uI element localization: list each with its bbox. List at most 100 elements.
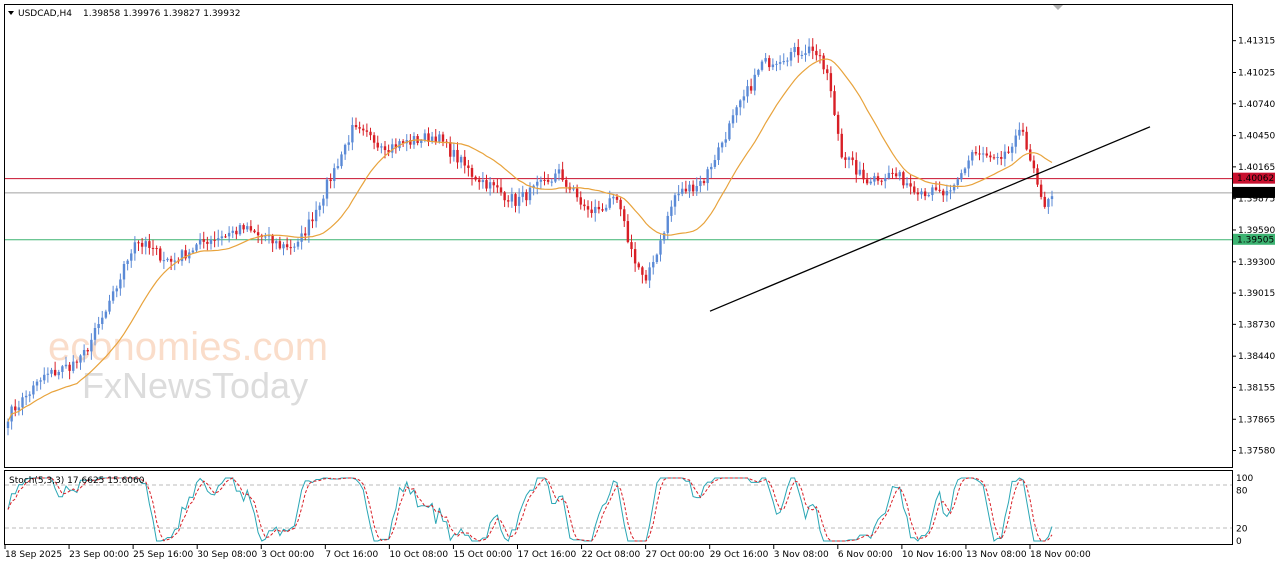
candle [952,183,956,194]
candle [387,144,390,157]
last-price-label: 1.39932 [1237,188,1274,198]
price-tick-label: 1.39300 [1238,258,1275,268]
candle [456,142,459,169]
candle [688,180,691,198]
candle [173,252,176,271]
candle [351,117,354,151]
candle [923,188,927,201]
price-tick-label: 1.40165 [1238,163,1275,173]
candle [43,367,46,385]
candle [829,66,833,98]
candle [847,156,851,169]
watermark: economies.com FxNewsToday [48,325,328,406]
candle [684,180,688,194]
candle [597,200,601,214]
candle [652,255,655,275]
candle [162,251,166,269]
candle [340,151,343,169]
candle [427,127,430,147]
candle [369,127,372,141]
candle [681,182,684,197]
time-axis[interactable]: 18 Sep 2025 23 Sep 00:00 25 Sep 16:00 30 Se… [4,545,1091,560]
candle [771,58,775,71]
candle [1039,179,1043,200]
candle [169,255,173,271]
candle [525,189,528,207]
candle [757,68,760,77]
candle [318,202,321,217]
candle [985,147,988,158]
candle [855,152,858,183]
trendline[interactable] [709,126,1151,312]
candle [391,138,394,159]
candle [735,105,738,123]
time-tick-label: 15 Oct 00:00 [453,550,512,560]
candle [1021,122,1025,136]
candle [815,44,818,61]
price-tick-label: 1.38440 [1238,352,1275,362]
candle [909,174,912,195]
candle [637,261,640,270]
watermark-economies: economies.com [48,325,328,369]
resistance-price-label: 1.40062 [1237,174,1274,184]
candle [304,227,307,241]
candle [155,245,158,256]
candle [246,222,249,233]
candle [61,365,64,379]
candle [1032,155,1036,174]
candle [858,161,862,177]
candle [742,89,746,109]
candle [307,211,311,243]
candle [974,146,978,156]
candle [804,44,807,62]
chart-canvas[interactable]: economies.com FxNewsToday USDCAD,H4 1.39… [0,0,1280,567]
candle [641,265,644,284]
candle [470,164,474,186]
candle [238,223,242,236]
candle [963,167,967,176]
candle [731,109,735,128]
price-tick-label: 1.40450 [1238,132,1275,142]
candle [876,172,880,185]
price-tick-label: 1.41315 [1238,37,1275,47]
candle [916,187,920,201]
candle [633,242,637,272]
candle [945,184,949,202]
time-tick-label: 18 Sep 2025 [5,550,62,560]
candle [775,60,778,72]
candle [459,154,463,169]
candle [1010,142,1014,162]
watermark-fxnewstoday: FxNewsToday [82,365,308,406]
candle [938,181,941,193]
chart-header: USDCAD,H4 1.39858 1.39976 1.39827 1.3993… [8,9,240,19]
candle [786,57,789,67]
candle [978,145,981,161]
candle [1014,129,1017,154]
candle [231,226,234,239]
candle [931,184,934,201]
candle [104,309,108,320]
candle [554,169,557,184]
price-axis[interactable]: 1.413151.410251.407401.404501.401651.398… [1232,37,1275,457]
candle [586,200,590,218]
ohlc-values: 1.39858 1.39976 1.39827 1.39932 [83,9,240,19]
candle [445,138,448,148]
candle [188,248,191,264]
candle [293,243,296,252]
candle [992,154,996,160]
candle [35,379,39,392]
candle [626,214,630,244]
chevron-down-icon[interactable] [8,11,14,15]
candle [807,38,811,57]
candle [289,239,292,255]
candle [333,163,336,189]
candle [148,233,151,255]
candle [717,142,720,166]
stoch-level-label: 20 [1236,524,1248,534]
scroll-shift-icon[interactable] [1053,5,1063,10]
candle [122,261,126,288]
candle [844,152,847,169]
candle [111,285,115,304]
candle [325,177,329,207]
candle [594,199,597,222]
